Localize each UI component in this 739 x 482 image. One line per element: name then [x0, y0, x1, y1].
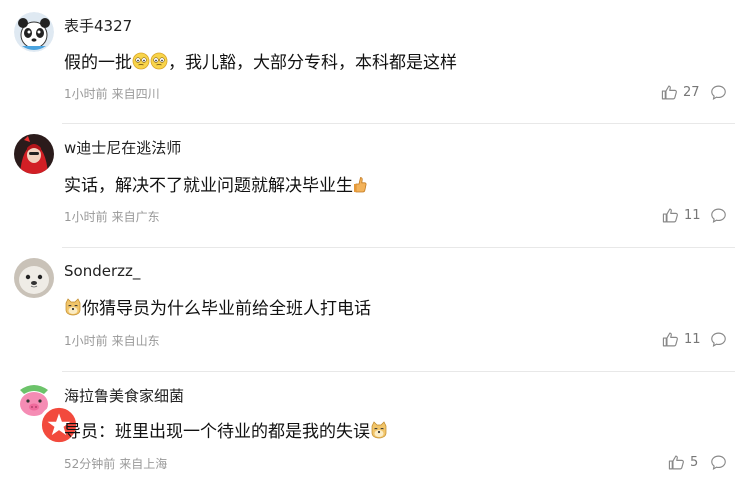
- comment-text: 你猜导员为什么毕业前给全班人打电话: [64, 294, 371, 319]
- thumbs-up-outline-icon: [662, 208, 678, 223]
- comment-bubble-icon: [711, 332, 726, 347]
- like-count: 11: [684, 208, 701, 223]
- comment-item: 表手4327 假的一批 ，我儿豁，大部分专科，本科都是这样 1小时前 来自四川 2…: [0, 0, 739, 124]
- comment-item: Sonderzz_ 你猜导员为什么毕业前给全班人打电话 1小时前 来自山东 11: [0, 248, 739, 372]
- comment-bubble-icon: [711, 208, 726, 223]
- comment-text-part: 你猜导员为什么毕业前给全班人打电话: [82, 299, 371, 319]
- comment-text-part: ，我儿豁，大部分专科，本科都是这样: [168, 53, 457, 73]
- like-count: 5: [690, 455, 699, 470]
- seal-avatar[interactable]: [14, 258, 54, 298]
- reply-button[interactable]: [710, 84, 727, 101]
- thumbs-up-outline-icon: [668, 455, 684, 470]
- comment-meta: 1小时前 来自四川: [64, 85, 160, 102]
- like-button[interactable]: 27: [661, 84, 700, 101]
- doge-emoji: [64, 297, 82, 316]
- comment-time: 1小时前: [64, 334, 108, 348]
- comment-text: 导员：班里出现一个待业的都是我的失误: [64, 417, 388, 442]
- comment-time: 1小时前: [64, 210, 108, 224]
- reply-button[interactable]: [710, 454, 727, 471]
- like-count: 11: [684, 332, 701, 347]
- comment-username[interactable]: w迪士尼在逃法师: [64, 137, 181, 158]
- comment-meta: 1小时前 来自山东: [64, 332, 160, 349]
- comment-location: 来自山东: [111, 334, 160, 348]
- comment-username[interactable]: 表手4327: [64, 15, 132, 36]
- reply-button[interactable]: [710, 207, 727, 224]
- comment-item: 海拉鲁美食家细菌 导员：班里出现一个待业的都是我的失误 52分钟前 来自上海 5: [0, 372, 739, 482]
- comment-text: 实话，解决不了就业问题就解决毕业生: [64, 171, 367, 196]
- comment-text: 假的一批 ，我儿豁，大部分专科，本科都是这样: [64, 48, 457, 73]
- thumbs-up-emoji: [353, 175, 367, 193]
- verified-badge: [39, 405, 79, 445]
- comment-location: 来自四川: [111, 87, 160, 101]
- comment-location: 来自上海: [119, 457, 168, 471]
- red-hood-avatar[interactable]: [14, 134, 54, 174]
- comment-username[interactable]: Sonderzz_: [64, 262, 140, 280]
- comment-text-part: 假的一批: [64, 53, 132, 73]
- reply-button[interactable]: [710, 331, 727, 348]
- doge-emoji: [370, 420, 388, 439]
- comment-text-part: 实话，解决不了就业问题就解决毕业生: [64, 176, 353, 196]
- thumbs-up-outline-icon: [662, 332, 678, 347]
- like-count: 27: [683, 85, 700, 100]
- like-button[interactable]: 11: [662, 207, 701, 224]
- comment-location: 来自广东: [111, 210, 160, 224]
- awkward-emoji: [150, 52, 168, 70]
- comment-username[interactable]: 海拉鲁美食家细菌: [64, 385, 184, 406]
- pink-pig-avatar[interactable]: [14, 380, 79, 445]
- comment-item: w迪士尼在逃法师 实话，解决不了就业问题就解决毕业生 1小时前 来自广东 11: [0, 124, 739, 248]
- comment-time: 52分钟前: [64, 457, 116, 471]
- like-button[interactable]: 11: [662, 331, 701, 348]
- comment-bubble-icon: [711, 455, 726, 470]
- awkward-emoji: [132, 52, 150, 70]
- comment-text-part: 导员：班里出现一个待业的都是我的失误: [64, 422, 370, 442]
- like-button[interactable]: 5: [668, 454, 698, 471]
- panda-avatar[interactable]: [14, 12, 54, 52]
- comment-meta: 52分钟前 来自上海: [64, 455, 167, 472]
- comment-time: 1小时前: [64, 87, 108, 101]
- thumbs-up-outline-icon: [661, 85, 677, 100]
- comment-bubble-icon: [711, 85, 726, 100]
- comment-meta: 1小时前 来自广东: [64, 208, 160, 225]
